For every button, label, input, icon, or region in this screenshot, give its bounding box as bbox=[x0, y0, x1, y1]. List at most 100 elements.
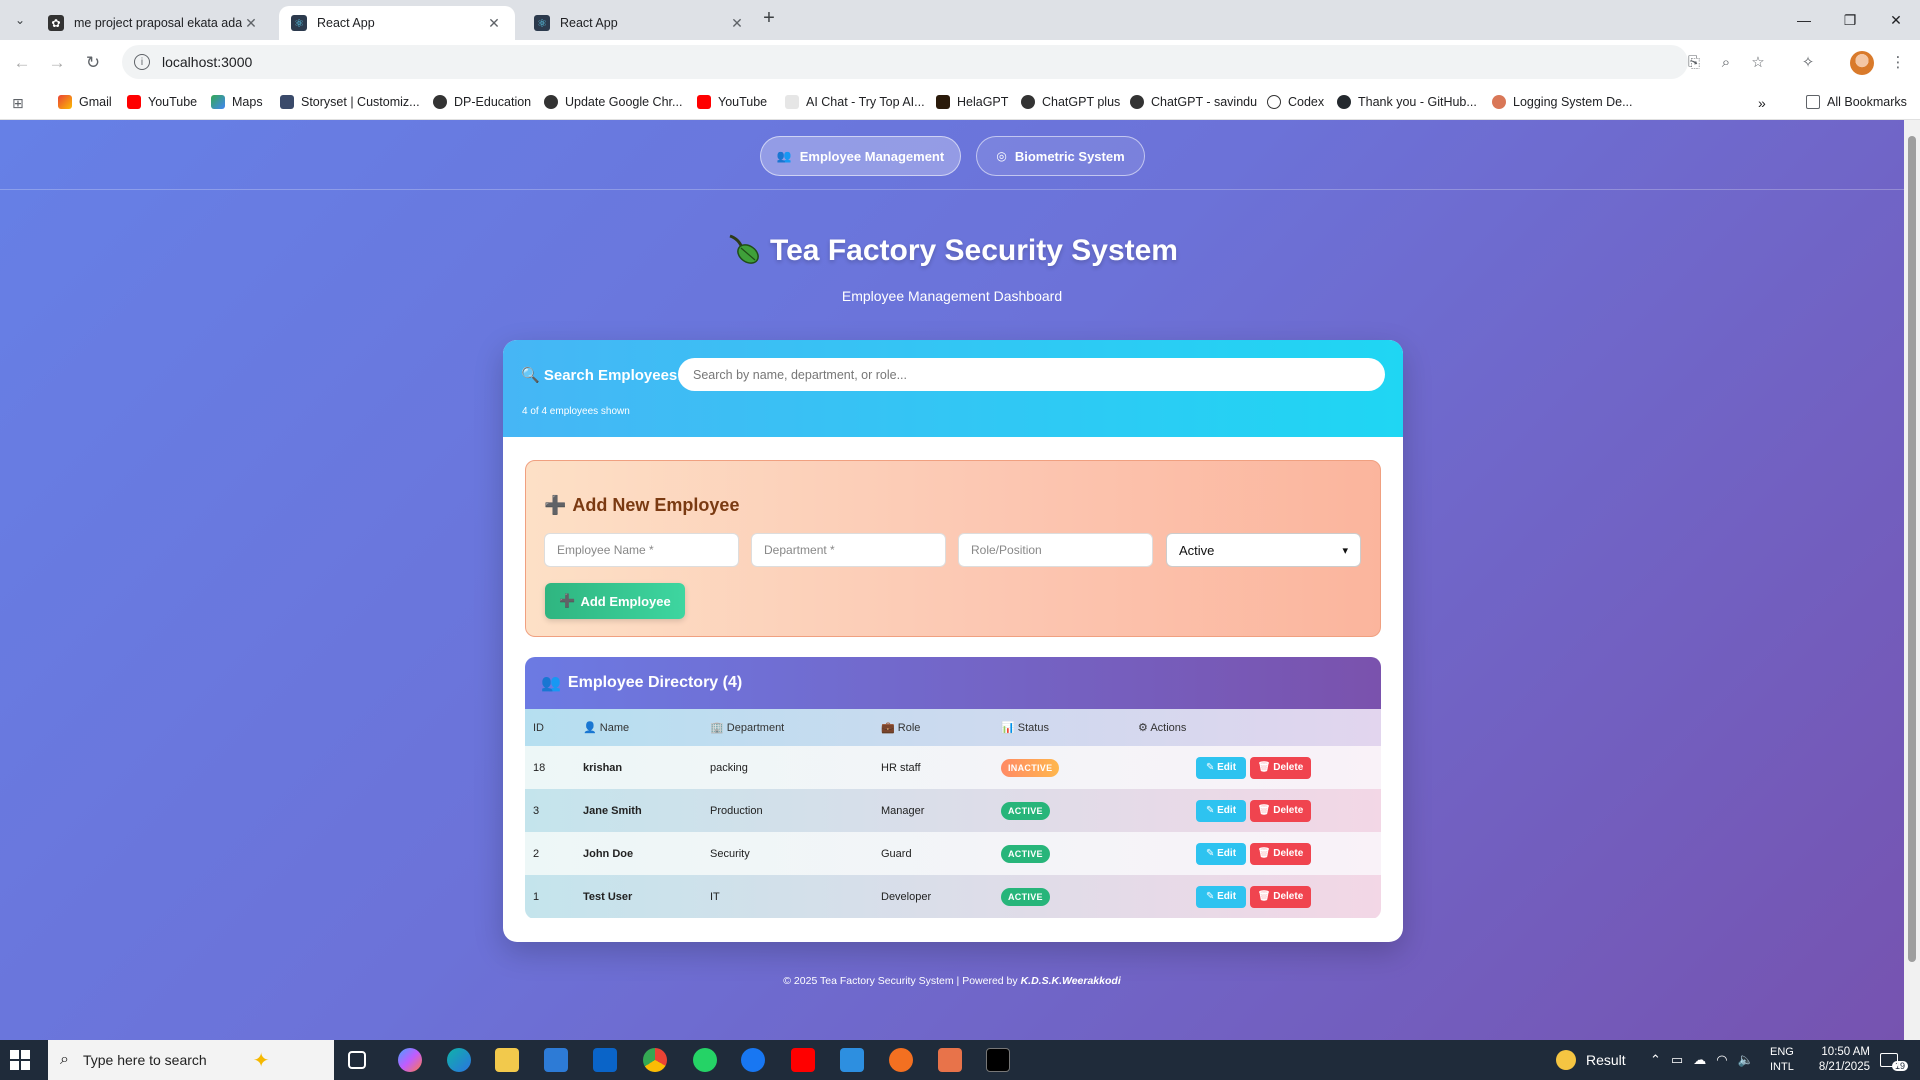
nav-biometric-system[interactable]: ◎ Biometric System bbox=[976, 136, 1145, 176]
device-icon[interactable]: ▭ bbox=[1671, 1052, 1683, 1068]
language-indicator[interactable]: ENG INTL bbox=[1770, 1040, 1794, 1080]
youtube-icon bbox=[697, 95, 711, 109]
restore-icon[interactable]: ❐ bbox=[1827, 0, 1873, 40]
users-icon: 👥 bbox=[776, 149, 792, 163]
edit-button[interactable]: ✎ Edit bbox=[1196, 756, 1246, 779]
delete-button[interactable]: 🗑 Delete bbox=[1250, 842, 1311, 865]
close-window-icon[interactable]: ✕ bbox=[1873, 0, 1919, 40]
bookmark-chatgpt-plus[interactable]: ChatGPT plus bbox=[1021, 95, 1120, 109]
copilot-icon[interactable] bbox=[398, 1048, 422, 1072]
scrollbar-thumb[interactable] bbox=[1908, 136, 1916, 962]
trash-icon: 🗑 bbox=[1257, 847, 1274, 859]
edit-button[interactable]: ✎ Edit bbox=[1196, 842, 1246, 865]
bookmark-helagpt[interactable]: HelaGPT bbox=[936, 95, 1008, 109]
claude-app-icon[interactable] bbox=[938, 1048, 962, 1072]
bookmark-logging-system[interactable]: Logging System De... bbox=[1492, 95, 1633, 109]
edge-icon[interactable] bbox=[447, 1048, 471, 1072]
bookmark-star-icon[interactable]: ☆ bbox=[1746, 50, 1770, 74]
onedrive-icon[interactable]: ☁ bbox=[1693, 1052, 1706, 1068]
taskbar-search[interactable]: ⌕ Type here to search ✦ bbox=[48, 1040, 334, 1080]
chrome-icon[interactable] bbox=[643, 1048, 667, 1072]
bookmark-dp-education[interactable]: DP-Education bbox=[433, 95, 531, 109]
vscode-icon[interactable] bbox=[840, 1048, 864, 1072]
fingerprint-icon: ◎ bbox=[996, 149, 1007, 163]
outlook-icon[interactable] bbox=[593, 1048, 617, 1072]
tab-react-app-active[interactable]: ⚛ React App ✕ bbox=[279, 6, 515, 40]
more-bookmarks-chevron-icon[interactable]: » bbox=[1758, 95, 1766, 111]
edit-button[interactable]: ✎ Edit bbox=[1196, 885, 1246, 908]
close-tab-icon[interactable]: ✕ bbox=[242, 15, 260, 32]
postman-icon[interactable] bbox=[889, 1048, 913, 1072]
notebook-favicon-icon: ✿ bbox=[48, 15, 64, 31]
youtube-app-icon[interactable] bbox=[791, 1048, 815, 1072]
store-icon[interactable] bbox=[544, 1048, 568, 1072]
whatsapp-icon[interactable] bbox=[693, 1048, 717, 1072]
minimize-icon[interactable]: — bbox=[1781, 0, 1827, 40]
bookmark-maps[interactable]: Maps bbox=[211, 95, 263, 109]
extensions-icon[interactable]: ✧ bbox=[1796, 50, 1820, 74]
employee-name-input[interactable] bbox=[544, 533, 739, 567]
bookmark-youtube[interactable]: YouTube bbox=[127, 95, 197, 109]
nav-label: Biometric System bbox=[1014, 148, 1125, 164]
terminal-icon[interactable] bbox=[986, 1048, 1010, 1072]
cell-role: HR staff bbox=[881, 761, 921, 774]
delete-button[interactable]: 🗑 Delete bbox=[1250, 756, 1311, 779]
reload-icon[interactable]: ↻ bbox=[80, 50, 106, 76]
volume-icon[interactable]: 🔈 bbox=[1738, 1052, 1754, 1068]
search-input[interactable] bbox=[678, 358, 1385, 391]
tab-search-chevron-icon[interactable]: ⌄ bbox=[8, 8, 32, 32]
notification-center[interactable]: 19 bbox=[1880, 1040, 1909, 1080]
zoom-icon[interactable]: ⌕ bbox=[1714, 50, 1738, 74]
page-scrollbar[interactable] bbox=[1904, 120, 1920, 1040]
results-count: 4 of 4 employees shown bbox=[522, 406, 630, 417]
forward-icon[interactable]: → bbox=[44, 50, 70, 76]
new-tab-button[interactable]: + bbox=[758, 8, 780, 30]
storyset-icon bbox=[280, 95, 294, 109]
table-row: 1 Test User IT Developer ACTIVE ✎ Edit 🗑 … bbox=[525, 875, 1381, 918]
bookmark-update-chrome[interactable]: Update Google Chr... bbox=[544, 95, 682, 109]
profile-avatar[interactable] bbox=[1850, 51, 1874, 75]
delete-button[interactable]: 🗑 Delete bbox=[1250, 885, 1311, 908]
close-tab-icon[interactable]: ✕ bbox=[485, 15, 503, 32]
status-badge: ACTIVE bbox=[1001, 844, 1050, 863]
file-explorer-icon[interactable] bbox=[495, 1048, 519, 1072]
install-app-icon[interactable]: ⎘ bbox=[1682, 50, 1706, 74]
department-input[interactable] bbox=[751, 533, 946, 567]
chevron-up-icon[interactable]: ⌃ bbox=[1650, 1052, 1661, 1068]
tab-project-proposal[interactable]: ✿ me project praposal ekata adala ✕ bbox=[36, 6, 272, 40]
bookmark-github[interactable]: Thank you - GitHub... bbox=[1337, 95, 1477, 109]
site-info-icon[interactable]: i bbox=[134, 54, 150, 70]
plus-icon: ➕ bbox=[544, 495, 567, 515]
apps-grid-icon[interactable]: ⊞ bbox=[12, 95, 24, 112]
status-select[interactable]: Active ▾ bbox=[1166, 533, 1361, 567]
cell-department: IT bbox=[710, 890, 720, 903]
wifi-icon[interactable]: ◠ bbox=[1716, 1052, 1727, 1068]
omnibox[interactable]: i localhost:3000 bbox=[122, 45, 1688, 79]
nav-employee-management[interactable]: 👥 Employee Management bbox=[760, 136, 961, 176]
menu-kebab-icon[interactable]: ⋮ bbox=[1886, 50, 1910, 74]
windows-start-icon[interactable] bbox=[10, 1050, 30, 1070]
bookmark-youtube-2[interactable]: YouTube bbox=[697, 95, 767, 109]
task-view-icon[interactable] bbox=[348, 1051, 366, 1069]
status-badge: ACTIVE bbox=[1001, 887, 1050, 906]
clock[interactable]: 10:50 AM 8/21/2025 bbox=[1814, 1040, 1870, 1080]
main-card: 🔍 Search Employees: 4 of 4 employees sho… bbox=[503, 340, 1403, 942]
add-employee-button[interactable]: ➕ Add Employee bbox=[545, 583, 685, 619]
weather-widget[interactable]: Result bbox=[1556, 1040, 1626, 1080]
role-input[interactable] bbox=[958, 533, 1153, 567]
col-department: 🏢 Department bbox=[710, 722, 785, 734]
all-bookmarks[interactable]: All Bookmarks bbox=[1806, 95, 1907, 109]
edit-button[interactable]: ✎ Edit bbox=[1196, 799, 1246, 822]
delete-button[interactable]: 🗑 Delete bbox=[1250, 799, 1311, 822]
bookmark-gmail[interactable]: Gmail bbox=[58, 95, 112, 109]
tab-react-app[interactable]: ⚛ React App ✕ bbox=[522, 6, 758, 40]
facebook-icon[interactable] bbox=[741, 1048, 765, 1072]
table-row: 2 John Doe Security Guard ACTIVE ✎ Edit 🗑… bbox=[525, 832, 1381, 875]
cell-id: 1 bbox=[533, 890, 540, 903]
close-tab-icon[interactable]: ✕ bbox=[728, 15, 746, 32]
bookmark-chatgpt-savindu[interactable]: ChatGPT - savindu bbox=[1130, 95, 1257, 109]
bookmark-storyset[interactable]: Storyset | Customiz... bbox=[280, 95, 420, 109]
bookmark-ai-chat[interactable]: AI Chat - Try Top AI... bbox=[785, 95, 925, 109]
back-icon[interactable]: ← bbox=[9, 50, 35, 76]
bookmark-codex[interactable]: Codex bbox=[1267, 95, 1324, 109]
